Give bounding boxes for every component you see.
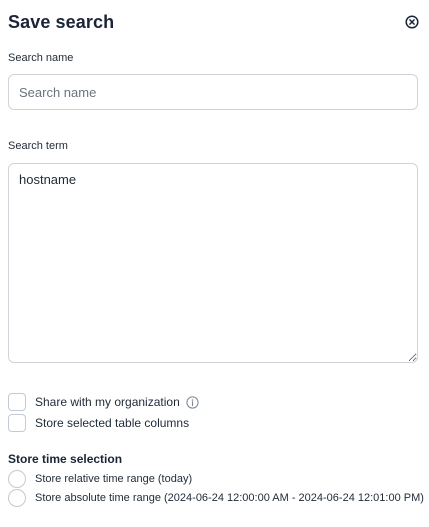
absolute-time-option[interactable]: Store absolute time range (2024-06-24 12… xyxy=(8,489,424,507)
relative-time-label: Store relative time range (today) xyxy=(35,473,193,485)
close-button[interactable] xyxy=(404,14,420,30)
columns-label: Store selected table columns xyxy=(35,416,190,430)
search-term-label: Search term xyxy=(8,140,68,152)
absolute-time-radio[interactable] xyxy=(8,489,26,507)
search-term-textarea[interactable]: hostname xyxy=(8,163,418,363)
info-icon[interactable] xyxy=(186,395,199,409)
share-label: Share with my organization xyxy=(35,395,180,409)
share-option[interactable]: Share with my organization xyxy=(8,393,199,411)
search-name-input[interactable] xyxy=(8,74,418,110)
search-name-label: Search name xyxy=(8,52,74,64)
relative-time-radio[interactable] xyxy=(8,470,26,488)
close-icon xyxy=(405,15,419,29)
relative-time-option[interactable]: Store relative time range (today) xyxy=(8,470,192,488)
columns-option[interactable]: Store selected table columns xyxy=(8,414,189,432)
dialog-header: Save search xyxy=(8,10,420,34)
save-search-dialog: Save search Search name Search term host… xyxy=(0,0,429,527)
share-checkbox[interactable] xyxy=(8,393,26,411)
columns-checkbox[interactable] xyxy=(8,414,26,432)
dialog-title: Save search xyxy=(8,11,115,32)
time-selection-title: Store time selection xyxy=(8,452,123,466)
absolute-time-label: Store absolute time range (2024-06-24 12… xyxy=(35,492,424,504)
